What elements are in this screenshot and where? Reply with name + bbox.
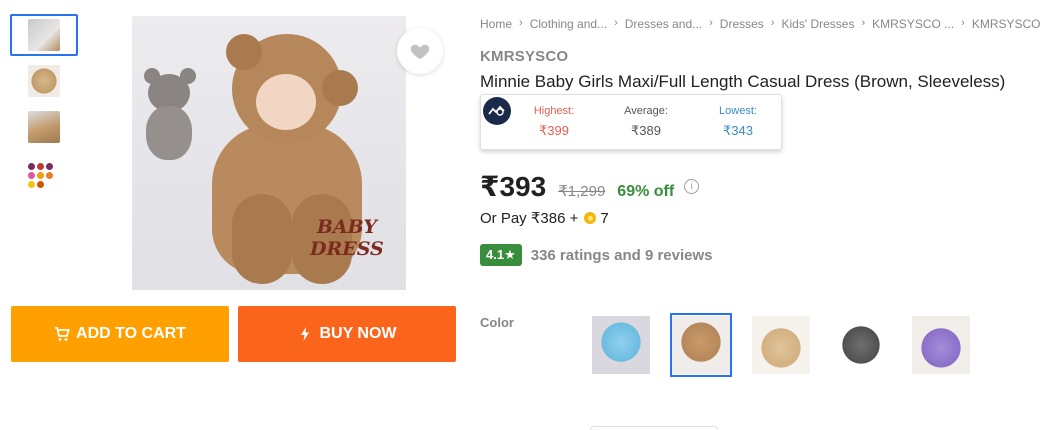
breadcrumb-dresses[interactable]: Dresses bbox=[720, 17, 764, 31]
thumbnail-image bbox=[28, 19, 60, 51]
buy-now-label: BUY NOW bbox=[319, 325, 397, 342]
rating-row: 4.1★ 336 ratings and 9 reviews bbox=[480, 244, 713, 266]
color-swatch-purple[interactable] bbox=[910, 313, 972, 377]
discount-percent: 69% off bbox=[617, 183, 675, 200]
price-average: Average: ₹389 bbox=[601, 105, 691, 139]
swatch-image bbox=[832, 316, 890, 374]
chevron-right-icon: › bbox=[961, 17, 965, 29]
color-label: Color bbox=[480, 315, 514, 330]
swatch-image bbox=[672, 316, 730, 374]
thumbnail-2[interactable] bbox=[10, 60, 78, 102]
add-to-cart-label: ADD TO CART bbox=[76, 325, 186, 342]
swatch-image bbox=[592, 316, 650, 374]
thumbnail-image bbox=[28, 65, 60, 97]
supercoin-icon bbox=[584, 212, 597, 224]
color-swatches bbox=[590, 313, 990, 377]
image-caption: BABY DRESS bbox=[310, 216, 384, 260]
color-swatch-beige[interactable] bbox=[750, 313, 812, 377]
breadcrumb-brand[interactable]: KMRSYSCO ... bbox=[872, 17, 954, 31]
image-caption-line1: BABY bbox=[316, 216, 377, 238]
swatch-image bbox=[912, 316, 970, 374]
breadcrumb-dresses-and[interactable]: Dresses and... bbox=[625, 17, 702, 31]
thumbnail-strip bbox=[10, 14, 80, 198]
chevron-right-icon: › bbox=[861, 17, 866, 29]
price-highest-label: Highest: bbox=[533, 105, 575, 117]
color-swatch-light-blue[interactable] bbox=[590, 313, 652, 377]
thumbnail-4[interactable] bbox=[10, 152, 78, 194]
price-average-label: Average: bbox=[624, 105, 668, 117]
cart-icon bbox=[54, 326, 70, 342]
add-to-cart-button[interactable]: ADD TO CART bbox=[11, 306, 229, 362]
thumbnail-image bbox=[28, 157, 60, 189]
breadcrumb-clothing[interactable]: Clothing and... bbox=[530, 17, 607, 31]
image-caption-line2: DRESS bbox=[310, 238, 384, 260]
thumbnail-image bbox=[28, 111, 60, 143]
product-main-image[interactable]: BABY DRESS bbox=[132, 16, 406, 290]
product-title: Minnie Baby Girls Maxi/Full Length Casua… bbox=[480, 72, 1006, 91]
breadcrumb-product: KMRSYSCO Minnie bbox=[971, 17, 1044, 31]
thumbnail-1[interactable] bbox=[10, 14, 78, 56]
heart-icon bbox=[410, 44, 430, 60]
breadcrumb: Home › Clothing and... › Dresses and... › D… bbox=[480, 17, 1044, 31]
thumbnail-3[interactable] bbox=[10, 106, 78, 148]
buy-now-button[interactable]: BUY NOW bbox=[238, 306, 456, 362]
original-price: ₹1,299 bbox=[558, 183, 606, 200]
chevron-right-icon: › bbox=[770, 17, 775, 29]
ratings-reviews-count[interactable]: 336 ratings and 9 reviews bbox=[531, 247, 713, 264]
breadcrumb-kids-dresses[interactable]: Kids' Dresses bbox=[781, 17, 854, 31]
price-average-value: ₹389 bbox=[631, 123, 661, 138]
price-highest: Highest: ₹399 bbox=[509, 105, 599, 139]
price-tracker-widget: Highest: ₹399 Average: ₹389 Lowest: ₹343 bbox=[480, 94, 782, 150]
supercoin-count: 7 bbox=[600, 209, 609, 227]
rating-badge[interactable]: 4.1★ bbox=[480, 244, 522, 266]
breadcrumb-home[interactable]: Home bbox=[480, 17, 512, 31]
wishlist-button[interactable] bbox=[397, 28, 443, 74]
chevron-right-icon: › bbox=[709, 17, 713, 29]
chevron-right-icon: › bbox=[519, 17, 523, 29]
chevron-right-icon: › bbox=[614, 17, 618, 29]
price-highest-value: ₹399 bbox=[539, 123, 569, 138]
price-lowest: Lowest: ₹343 bbox=[693, 105, 783, 139]
supercoin-pay-row: Or Pay ₹386 + 7 bbox=[480, 209, 609, 228]
info-icon[interactable]: i bbox=[684, 179, 700, 194]
price-row: ₹393 ₹1,299 69% off i bbox=[480, 170, 700, 203]
price-tracker-logo-icon bbox=[483, 97, 511, 125]
lightning-icon bbox=[297, 326, 313, 342]
teddy-bear-illustration bbox=[138, 68, 200, 160]
size-option-edge bbox=[590, 426, 718, 430]
or-pay-text: Or Pay ₹386 + bbox=[480, 210, 579, 227]
color-swatch-grey-polka[interactable] bbox=[830, 313, 892, 377]
swatch-image bbox=[752, 316, 810, 374]
price-lowest-label: Lowest: bbox=[719, 105, 757, 117]
color-swatch-brown[interactable] bbox=[670, 313, 732, 377]
selling-price: ₹393 bbox=[480, 171, 547, 202]
price-lowest-value: ₹343 bbox=[723, 123, 753, 138]
product-brand: KMRSYSCO bbox=[480, 48, 569, 65]
